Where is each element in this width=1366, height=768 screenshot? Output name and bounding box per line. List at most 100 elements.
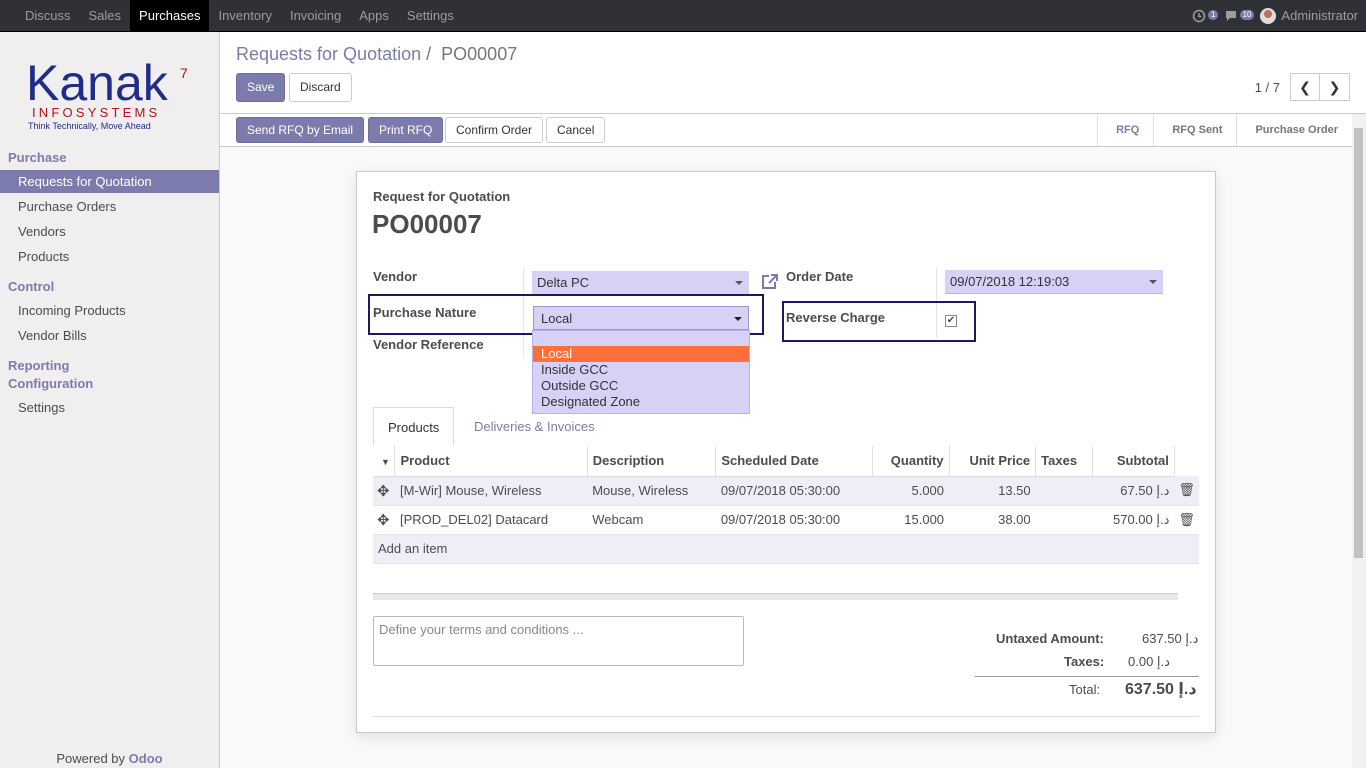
column-unit-price[interactable]: Unit Price [949, 446, 1037, 477]
svg-text:Think Technically, Move Ahead: Think Technically, Move Ahead [28, 121, 151, 131]
trash-icon[interactable]: 🗑 [1174, 476, 1199, 506]
cell-quantity[interactable]: 15.000 [872, 505, 950, 535]
cell-description[interactable]: Webcam [587, 505, 716, 535]
order-date-field[interactable]: 09/07/2018 12:19:03 [945, 270, 1163, 294]
stage-rfq[interactable]: RFQ [1097, 114, 1153, 146]
chevron-left-icon: ❮ [1299, 78, 1311, 95]
trash-icon[interactable]: 🗑 [1174, 505, 1199, 535]
trash-column-header [1174, 446, 1199, 476]
menu-purchases[interactable]: Purchases [130, 0, 210, 31]
activity-button[interactable]: 1 [1192, 7, 1219, 25]
sidebar-item-vendors[interactable]: Vendors [0, 220, 219, 243]
stage-purchase-order[interactable]: Purchase Order [1236, 114, 1352, 146]
messaging-button[interactable]: 10 [1224, 7, 1255, 25]
option-outside-gcc[interactable]: Outside GCC [533, 378, 749, 394]
purchase-nature-select[interactable]: Local [533, 306, 749, 330]
option-designated-zone[interactable]: Designated Zone [533, 394, 749, 410]
cell-scheduled-date[interactable]: 09/07/2018 05:30:00 [715, 476, 873, 506]
drag-handle-icon[interactable]: ✥ [373, 505, 395, 535]
column-taxes[interactable]: Taxes [1035, 446, 1094, 477]
terms-textarea[interactable]: Define your terms and conditions ... [373, 616, 744, 666]
tab-products[interactable]: Products [373, 407, 455, 447]
cell-taxes[interactable] [1035, 476, 1093, 506]
menu-inventory[interactable]: Inventory [209, 0, 280, 31]
breadcrumb-rfq-link[interactable]: Requests for Quotation [236, 44, 421, 64]
messages-count-badge: 10 [1239, 9, 1255, 20]
section-configuration: Configuration [8, 376, 94, 391]
svg-text:7: 7 [180, 65, 188, 81]
activity-count-badge: 1 [1207, 9, 1219, 20]
sidebar-item-purchase-orders[interactable]: Purchase Orders [0, 195, 219, 218]
column-quantity[interactable]: Quantity [872, 446, 950, 477]
column-description[interactable]: Description [587, 446, 717, 477]
total-value: 637.50 د.إ [1125, 681, 1197, 698]
cell-taxes[interactable] [1035, 505, 1093, 535]
caret-down-icon [1149, 280, 1157, 284]
cell-product[interactable]: [PROD_DEL02] Datacard [394, 505, 588, 535]
pager-previous-button[interactable]: ❮ [1290, 73, 1320, 101]
systray: 1 10 Administrator [1192, 0, 1358, 31]
pager-next-button[interactable]: ❯ [1320, 73, 1350, 101]
control-panel: Requests for Quotation / PO00007 Save Di… [220, 32, 1366, 114]
empty-row [373, 563, 1199, 592]
reverse-charge-checkbox[interactable]: ✔ [945, 315, 957, 327]
menu-settings[interactable]: Settings [398, 0, 463, 31]
table-footer-bar [373, 593, 1178, 600]
dropdown-blank-option[interactable] [533, 331, 749, 346]
handle-column-header[interactable]: ▼ [373, 446, 396, 477]
page-title: PO00007 [372, 209, 482, 239]
external-link-icon[interactable] [760, 273, 780, 291]
pager: 1 / 7 ❮ ❯ [1255, 73, 1350, 101]
order-date-value: 09/07/2018 12:19:03 [950, 274, 1070, 289]
scrollbar-thumb[interactable] [1354, 128, 1363, 558]
print-rfq-button[interactable]: Print RFQ [368, 117, 444, 143]
cell-unit-price[interactable]: 38.00 [949, 505, 1036, 535]
notebook-tabs: Products Deliveries & Invoices [373, 407, 1199, 447]
sidebar-item-products[interactable]: Products [0, 245, 219, 268]
menu-discuss[interactable]: Discuss [16, 0, 80, 31]
table-row[interactable]: ✥ [M-Wir] Mouse, Wireless Mouse, Wireles… [373, 476, 1199, 506]
scrollbar[interactable] [1352, 114, 1366, 768]
column-product[interactable]: Product [394, 446, 588, 477]
totals-divider [975, 676, 1199, 677]
column-subtotal[interactable]: Subtotal [1092, 446, 1175, 477]
sidebar-item-settings[interactable]: Settings [0, 396, 219, 419]
vendor-reference-label: Vendor Reference [373, 337, 484, 352]
user-menu[interactable]: Administrator [1260, 7, 1358, 24]
menu-sales[interactable]: Sales [80, 0, 131, 31]
option-inside-gcc[interactable]: Inside GCC [533, 362, 749, 378]
send-rfq-email-button[interactable]: Send RFQ by Email [236, 117, 365, 143]
cell-subtotal: 570.00 د.إ [1092, 505, 1175, 535]
sidebar-item-rfq[interactable]: Requests for Quotation [0, 170, 219, 193]
table-row[interactable]: ✥ [PROD_DEL02] Datacard Webcam 09/07/201… [373, 505, 1199, 535]
cell-product[interactable]: [M-Wir] Mouse, Wireless [394, 476, 588, 506]
cell-description[interactable]: Mouse, Wireless [587, 476, 716, 506]
sidebar-item-incoming-products[interactable]: Incoming Products [0, 299, 219, 322]
section-purchase: Purchase [8, 150, 67, 165]
cell-subtotal: 67.50 د.إ [1092, 476, 1175, 506]
odoo-link[interactable]: Odoo [129, 751, 163, 766]
cancel-button[interactable]: Cancel [546, 117, 606, 143]
stage-rfq-sent[interactable]: RFQ Sent [1153, 114, 1236, 146]
svg-text:Kanak: Kanak [26, 55, 169, 111]
cell-quantity[interactable]: 5.000 [872, 476, 950, 506]
section-control: Control [8, 279, 55, 294]
vendor-value: Delta PC [537, 275, 590, 290]
cell-unit-price[interactable]: 13.50 [949, 476, 1036, 506]
pager-value[interactable]: 1 / 7 [1255, 80, 1280, 95]
menu-apps[interactable]: Apps [350, 0, 398, 31]
vendor-field[interactable]: Delta PC [532, 271, 749, 295]
drag-handle-icon[interactable]: ✥ [373, 476, 395, 506]
option-local[interactable]: Local [533, 346, 749, 362]
sidebar-item-vendor-bills[interactable]: Vendor Bills [0, 324, 219, 347]
cell-scheduled-date[interactable]: 09/07/2018 05:30:00 [715, 505, 873, 535]
add-item-link[interactable]: Add an item [373, 534, 1199, 564]
breadcrumb: Requests for Quotation / PO00007 [236, 44, 518, 64]
save-button[interactable]: Save [236, 73, 286, 102]
confirm-order-button[interactable]: Confirm Order [445, 117, 544, 143]
column-scheduled-date[interactable]: Scheduled Date [715, 446, 873, 477]
discard-button[interactable]: Discard [289, 73, 352, 102]
order-lines-table: ▼ Product Description Scheduled Date Qua… [373, 446, 1199, 592]
menu-invoicing[interactable]: Invoicing [281, 0, 350, 31]
section-reporting[interactable]: Reporting [8, 357, 69, 375]
